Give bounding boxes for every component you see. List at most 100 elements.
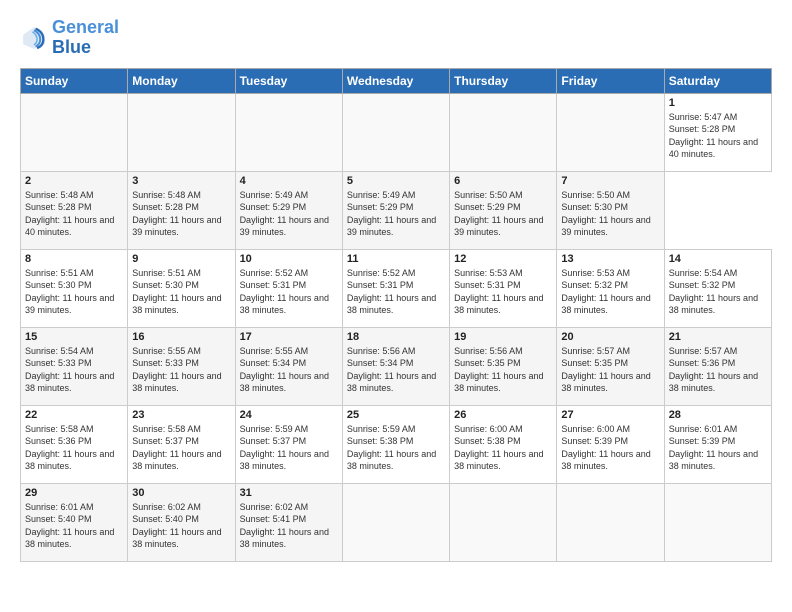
calendar-week-row: 8 Sunrise: 5:51 AM Sunset: 5:30 PM Dayli… xyxy=(21,249,772,327)
calendar-day-cell: 15 Sunrise: 5:54 AM Sunset: 5:33 PM Dayl… xyxy=(21,327,128,405)
day-info: Sunrise: 5:53 AM Sunset: 5:31 PM Dayligh… xyxy=(454,267,552,317)
calendar-day-cell: 7 Sunrise: 5:50 AM Sunset: 5:30 PM Dayli… xyxy=(557,171,664,249)
day-info: Sunrise: 6:01 AM Sunset: 5:40 PM Dayligh… xyxy=(25,501,123,551)
logo: General Blue xyxy=(20,18,119,58)
day-info: Sunrise: 5:55 AM Sunset: 5:34 PM Dayligh… xyxy=(240,345,338,395)
calendar-day-cell xyxy=(450,483,557,561)
calendar-week-row: 29 Sunrise: 6:01 AM Sunset: 5:40 PM Dayl… xyxy=(21,483,772,561)
calendar-day-header: Thursday xyxy=(450,68,557,93)
day-number: 30 xyxy=(132,487,230,499)
day-info: Sunrise: 5:54 AM Sunset: 5:32 PM Dayligh… xyxy=(669,267,767,317)
calendar-day-cell: 22 Sunrise: 5:58 AM Sunset: 5:36 PM Dayl… xyxy=(21,405,128,483)
day-number: 23 xyxy=(132,409,230,421)
day-number: 2 xyxy=(25,175,123,187)
page: General Blue SundayMondayTuesdayWednesda… xyxy=(0,0,792,612)
logo-text: General Blue xyxy=(52,18,119,58)
calendar-day-cell: 5 Sunrise: 5:49 AM Sunset: 5:29 PM Dayli… xyxy=(342,171,449,249)
day-number: 20 xyxy=(561,331,659,343)
calendar-day-cell: 13 Sunrise: 5:53 AM Sunset: 5:32 PM Dayl… xyxy=(557,249,664,327)
calendar-day-cell: 2 Sunrise: 5:48 AM Sunset: 5:28 PM Dayli… xyxy=(21,171,128,249)
calendar-day-header: Monday xyxy=(128,68,235,93)
calendar-day-header: Sunday xyxy=(21,68,128,93)
day-info: Sunrise: 5:57 AM Sunset: 5:36 PM Dayligh… xyxy=(669,345,767,395)
calendar-day-cell: 23 Sunrise: 5:58 AM Sunset: 5:37 PM Dayl… xyxy=(128,405,235,483)
day-info: Sunrise: 5:57 AM Sunset: 5:35 PM Dayligh… xyxy=(561,345,659,395)
day-info: Sunrise: 5:56 AM Sunset: 5:34 PM Dayligh… xyxy=(347,345,445,395)
day-info: Sunrise: 5:53 AM Sunset: 5:32 PM Dayligh… xyxy=(561,267,659,317)
calendar-day-cell: 12 Sunrise: 5:53 AM Sunset: 5:31 PM Dayl… xyxy=(450,249,557,327)
day-number: 31 xyxy=(240,487,338,499)
calendar-day-cell xyxy=(342,93,449,171)
day-number: 10 xyxy=(240,253,338,265)
header: General Blue xyxy=(20,18,772,58)
calendar-day-cell: 25 Sunrise: 5:59 AM Sunset: 5:38 PM Dayl… xyxy=(342,405,449,483)
calendar-day-cell: 9 Sunrise: 5:51 AM Sunset: 5:30 PM Dayli… xyxy=(128,249,235,327)
day-number: 16 xyxy=(132,331,230,343)
day-number: 14 xyxy=(669,253,767,265)
calendar-day-cell: 19 Sunrise: 5:56 AM Sunset: 5:35 PM Dayl… xyxy=(450,327,557,405)
day-number: 9 xyxy=(132,253,230,265)
day-info: Sunrise: 5:50 AM Sunset: 5:29 PM Dayligh… xyxy=(454,189,552,239)
day-number: 21 xyxy=(669,331,767,343)
calendar-day-cell: 17 Sunrise: 5:55 AM Sunset: 5:34 PM Dayl… xyxy=(235,327,342,405)
calendar-day-cell: 10 Sunrise: 5:52 AM Sunset: 5:31 PM Dayl… xyxy=(235,249,342,327)
day-number: 19 xyxy=(454,331,552,343)
day-info: Sunrise: 5:54 AM Sunset: 5:33 PM Dayligh… xyxy=(25,345,123,395)
day-number: 1 xyxy=(669,97,767,109)
day-info: Sunrise: 5:50 AM Sunset: 5:30 PM Dayligh… xyxy=(561,189,659,239)
calendar-day-cell: 8 Sunrise: 5:51 AM Sunset: 5:30 PM Dayli… xyxy=(21,249,128,327)
day-number: 8 xyxy=(25,253,123,265)
day-number: 25 xyxy=(347,409,445,421)
logo-icon xyxy=(20,24,48,52)
day-info: Sunrise: 5:47 AM Sunset: 5:28 PM Dayligh… xyxy=(669,111,767,161)
calendar-day-cell: 6 Sunrise: 5:50 AM Sunset: 5:29 PM Dayli… xyxy=(450,171,557,249)
calendar-day-cell xyxy=(664,483,771,561)
day-info: Sunrise: 5:48 AM Sunset: 5:28 PM Dayligh… xyxy=(25,189,123,239)
calendar-day-cell: 11 Sunrise: 5:52 AM Sunset: 5:31 PM Dayl… xyxy=(342,249,449,327)
day-number: 26 xyxy=(454,409,552,421)
day-info: Sunrise: 5:59 AM Sunset: 5:37 PM Dayligh… xyxy=(240,423,338,473)
calendar-day-cell: 20 Sunrise: 5:57 AM Sunset: 5:35 PM Dayl… xyxy=(557,327,664,405)
day-info: Sunrise: 5:48 AM Sunset: 5:28 PM Dayligh… xyxy=(132,189,230,239)
calendar-day-cell xyxy=(21,93,128,171)
day-info: Sunrise: 5:52 AM Sunset: 5:31 PM Dayligh… xyxy=(240,267,338,317)
calendar-week-row: 22 Sunrise: 5:58 AM Sunset: 5:36 PM Dayl… xyxy=(21,405,772,483)
calendar-day-cell: 24 Sunrise: 5:59 AM Sunset: 5:37 PM Dayl… xyxy=(235,405,342,483)
calendar-day-cell xyxy=(235,93,342,171)
day-info: Sunrise: 6:02 AM Sunset: 5:41 PM Dayligh… xyxy=(240,501,338,551)
calendar-day-cell: 31 Sunrise: 6:02 AM Sunset: 5:41 PM Dayl… xyxy=(235,483,342,561)
day-info: Sunrise: 5:49 AM Sunset: 5:29 PM Dayligh… xyxy=(347,189,445,239)
calendar-week-row: 1 Sunrise: 5:47 AM Sunset: 5:28 PM Dayli… xyxy=(21,93,772,171)
calendar-day-cell xyxy=(450,93,557,171)
day-number: 3 xyxy=(132,175,230,187)
day-info: Sunrise: 5:56 AM Sunset: 5:35 PM Dayligh… xyxy=(454,345,552,395)
calendar-day-cell: 27 Sunrise: 6:00 AM Sunset: 5:39 PM Dayl… xyxy=(557,405,664,483)
day-info: Sunrise: 5:51 AM Sunset: 5:30 PM Dayligh… xyxy=(132,267,230,317)
calendar-day-cell xyxy=(557,483,664,561)
calendar-day-cell xyxy=(557,93,664,171)
calendar-body: 1 Sunrise: 5:47 AM Sunset: 5:28 PM Dayli… xyxy=(21,93,772,561)
day-number: 5 xyxy=(347,175,445,187)
calendar-day-header: Tuesday xyxy=(235,68,342,93)
calendar-day-cell xyxy=(128,93,235,171)
calendar-day-cell: 29 Sunrise: 6:01 AM Sunset: 5:40 PM Dayl… xyxy=(21,483,128,561)
day-number: 6 xyxy=(454,175,552,187)
calendar-day-header: Saturday xyxy=(664,68,771,93)
calendar-table: SundayMondayTuesdayWednesdayThursdayFrid… xyxy=(20,68,772,562)
day-info: Sunrise: 5:51 AM Sunset: 5:30 PM Dayligh… xyxy=(25,267,123,317)
calendar-day-cell: 1 Sunrise: 5:47 AM Sunset: 5:28 PM Dayli… xyxy=(664,93,771,171)
calendar-day-cell: 18 Sunrise: 5:56 AM Sunset: 5:34 PM Dayl… xyxy=(342,327,449,405)
day-number: 18 xyxy=(347,331,445,343)
calendar-day-cell: 14 Sunrise: 5:54 AM Sunset: 5:32 PM Dayl… xyxy=(664,249,771,327)
day-info: Sunrise: 5:58 AM Sunset: 5:36 PM Dayligh… xyxy=(25,423,123,473)
day-number: 12 xyxy=(454,253,552,265)
day-number: 4 xyxy=(240,175,338,187)
calendar-week-row: 2 Sunrise: 5:48 AM Sunset: 5:28 PM Dayli… xyxy=(21,171,772,249)
day-number: 7 xyxy=(561,175,659,187)
calendar-day-header: Wednesday xyxy=(342,68,449,93)
day-info: Sunrise: 6:00 AM Sunset: 5:39 PM Dayligh… xyxy=(561,423,659,473)
day-info: Sunrise: 5:52 AM Sunset: 5:31 PM Dayligh… xyxy=(347,267,445,317)
day-number: 22 xyxy=(25,409,123,421)
day-info: Sunrise: 6:02 AM Sunset: 5:40 PM Dayligh… xyxy=(132,501,230,551)
day-info: Sunrise: 5:49 AM Sunset: 5:29 PM Dayligh… xyxy=(240,189,338,239)
